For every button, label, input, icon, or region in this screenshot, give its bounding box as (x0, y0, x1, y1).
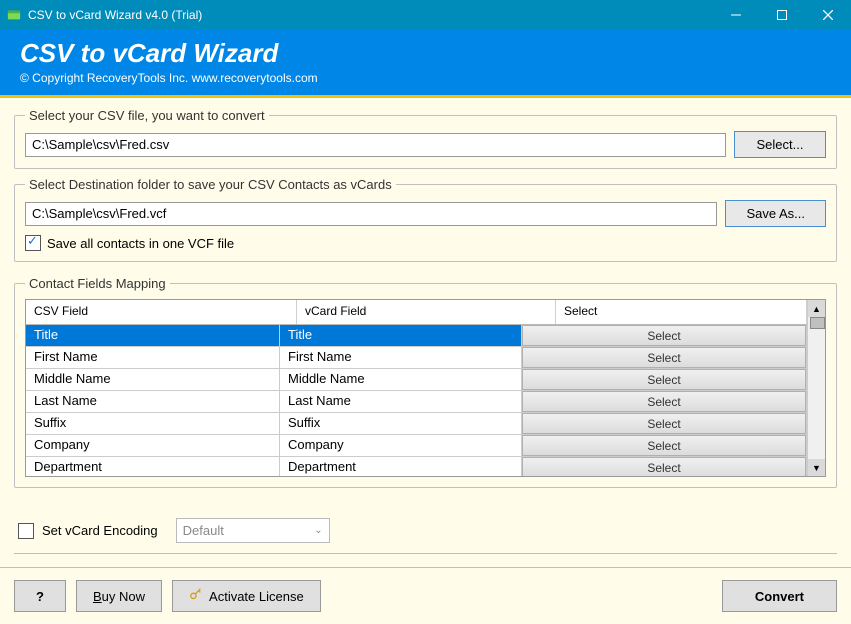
vcard-field-cell: Middle Name (280, 369, 522, 390)
chevron-down-icon: ⌄ (314, 525, 322, 536)
save-one-vcf-checkbox[interactable] (25, 235, 41, 251)
mapping-fieldset: Contact Fields Mapping CSV Field vCard F… (14, 276, 837, 488)
table-header: CSV Field vCard Field Select (26, 300, 807, 325)
table-row[interactable]: DepartmentDepartmentSelect (26, 457, 807, 476)
key-icon (189, 588, 203, 605)
select-mapping-button[interactable]: Select (522, 435, 806, 456)
table-row[interactable]: SuffixSuffixSelect (26, 413, 807, 435)
encoding-select[interactable]: Default ⌄ (176, 518, 330, 543)
select-mapping-button[interactable]: Select (522, 369, 806, 390)
vcard-field-cell: Department (280, 457, 522, 476)
mapping-legend: Contact Fields Mapping (25, 276, 170, 291)
select-mapping-button[interactable]: Select (522, 347, 806, 368)
vcard-field-cell: Suffix (280, 413, 522, 434)
app-icon (6, 7, 22, 23)
select-mapping-button[interactable]: Select (522, 413, 806, 434)
vcard-field-cell: Last Name (280, 391, 522, 412)
scroll-thumb[interactable] (810, 317, 825, 329)
activate-license-button[interactable]: Activate License (172, 580, 321, 612)
vcard-field-cell: Title (280, 325, 522, 346)
header-csv-field[interactable]: CSV Field (26, 300, 297, 324)
select-source-button[interactable]: Select... (734, 131, 826, 158)
scroll-up-button[interactable]: ▲ (808, 300, 825, 317)
encoding-value: Default (183, 523, 224, 538)
encoding-label: Set vCard Encoding (42, 523, 158, 538)
csv-field-cell: Middle Name (26, 369, 280, 390)
minimize-button[interactable] (713, 0, 759, 30)
save-as-button[interactable]: Save As... (725, 200, 826, 227)
vcard-field-cell: First Name (280, 347, 522, 368)
titlebar: CSV to vCard Wizard v4.0 (Trial) (0, 0, 851, 30)
divider (14, 553, 837, 554)
maximize-button[interactable] (759, 0, 805, 30)
save-one-vcf-label: Save all contacts in one VCF file (47, 236, 234, 251)
destination-path-input[interactable] (25, 202, 717, 226)
select-mapping-button[interactable]: Select (522, 325, 806, 346)
header: CSV to vCard Wizard © Copyright Recovery… (0, 30, 851, 98)
app-window: CSV to vCard Wizard v4.0 (Trial) CSV to … (0, 0, 851, 624)
header-select[interactable]: Select (556, 300, 807, 324)
source-path-input[interactable] (25, 133, 726, 157)
csv-field-cell: First Name (26, 347, 280, 368)
table-row[interactable]: CompanyCompanySelect (26, 435, 807, 457)
table-row[interactable]: Last NameLast NameSelect (26, 391, 807, 413)
scroll-down-button[interactable]: ▼ (808, 459, 825, 476)
vcard-field-cell: Company (280, 435, 522, 456)
csv-field-cell: Last Name (26, 391, 280, 412)
table-row[interactable]: Middle NameMiddle NameSelect (26, 369, 807, 391)
destination-fieldset: Select Destination folder to save your C… (14, 177, 837, 262)
csv-field-cell: Title (26, 325, 280, 346)
destination-legend: Select Destination folder to save your C… (25, 177, 396, 192)
maximize-icon (777, 10, 787, 20)
window-title: CSV to vCard Wizard v4.0 (Trial) (28, 8, 713, 22)
select-mapping-button[interactable]: Select (522, 457, 806, 476)
buy-now-button[interactable]: Buy Now (76, 580, 162, 612)
csv-field-cell: Company (26, 435, 280, 456)
close-button[interactable] (805, 0, 851, 30)
mapping-table: CSV Field vCard Field Select TitleTitleS… (25, 299, 826, 477)
help-button[interactable]: ? (14, 580, 66, 612)
select-mapping-button[interactable]: Select (522, 391, 806, 412)
convert-button[interactable]: Convert (722, 580, 837, 612)
table-row[interactable]: First NameFirst NameSelect (26, 347, 807, 369)
close-icon (823, 10, 833, 20)
content-area: Select your CSV file, you want to conver… (0, 98, 851, 567)
footer: ? Buy Now Activate License Convert (0, 567, 851, 624)
header-vcard-field[interactable]: vCard Field (297, 300, 556, 324)
copyright-text: © Copyright RecoveryTools Inc. www.recov… (20, 71, 831, 85)
minimize-icon (731, 10, 741, 20)
encoding-row: Set vCard Encoding Default ⌄ (14, 518, 837, 543)
source-legend: Select your CSV file, you want to conver… (25, 108, 269, 123)
source-fieldset: Select your CSV file, you want to conver… (14, 108, 837, 169)
table-row[interactable]: TitleTitleSelect (26, 325, 807, 347)
csv-field-cell: Department (26, 457, 280, 476)
table-scrollbar[interactable]: ▲ ▼ (807, 300, 825, 476)
app-title: CSV to vCard Wizard (20, 38, 831, 69)
encoding-checkbox[interactable] (18, 523, 34, 539)
csv-field-cell: Suffix (26, 413, 280, 434)
